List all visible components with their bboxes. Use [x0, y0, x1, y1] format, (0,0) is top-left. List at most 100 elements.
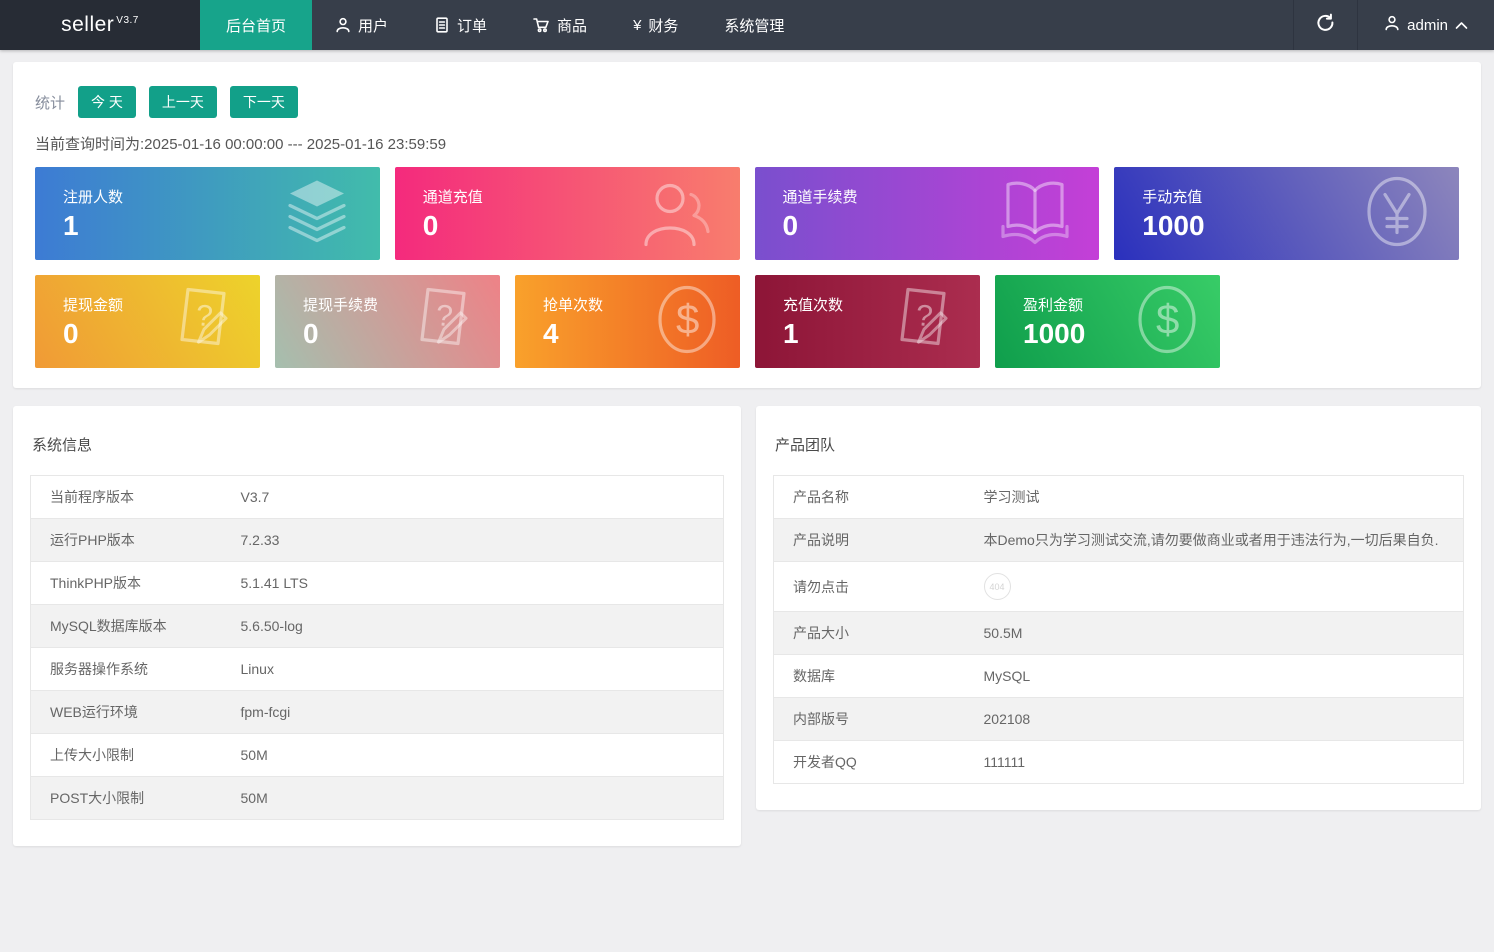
stat-card-recharge-count: 充值次数 1 ?: [755, 275, 980, 368]
stat-cards-row-1: 注册人数 1 通道充值 0: [35, 167, 1459, 260]
book-icon: [997, 174, 1073, 253]
table-row: 开发者QQ111111: [774, 741, 1464, 784]
row-value: 50.5M: [984, 612, 1464, 655]
brand-name: seller: [61, 13, 114, 37]
refresh-icon: [1316, 13, 1335, 37]
table-row: 服务器操作系统Linux: [31, 648, 724, 691]
layers-icon: [280, 176, 354, 251]
svg-text:$: $: [676, 295, 699, 342]
row-value: 50M: [241, 734, 724, 777]
row-label: 服务器操作系统: [31, 648, 241, 691]
user-menu[interactable]: admin: [1358, 0, 1494, 50]
row-label: ThinkPHP版本: [31, 562, 241, 605]
row-value: 5.6.50-log: [241, 605, 724, 648]
row-label: 产品名称: [774, 476, 984, 519]
table-row: 产品名称学习测试: [774, 476, 1464, 519]
broken-image-404-badge[interactable]: 404: [984, 573, 1011, 600]
nav-item-label: 用户: [358, 15, 388, 36]
svg-text:$: $: [1156, 295, 1179, 342]
statistics-panel: 统计 今 天 上一天 下一天 当前查询时间为:2025-01-16 00:00:…: [13, 62, 1481, 388]
table-row: 请勿点击 404: [774, 562, 1464, 612]
table-row: 运行PHP版本7.2.33: [31, 519, 724, 562]
document-icon: [434, 17, 450, 33]
nav-item-products[interactable]: 商品: [510, 0, 610, 50]
product-team-table: 产品名称学习测试 产品说明本Demo只为学习测试交流,请勿要做商业或者用于违法行…: [773, 475, 1464, 784]
row-label: 当前程序版本: [31, 476, 241, 519]
table-row: 内部版号202108: [774, 698, 1464, 741]
system-info-table: 当前程序版本V3.7 运行PHP版本7.2.33 ThinkPHP版本5.1.4…: [30, 475, 724, 820]
stat-cards-row-2: 提现金额 0 ? 提现手续费 0 ?: [35, 275, 1459, 368]
user-icon: [636, 172, 714, 255]
doc-question-icon: ?: [406, 281, 482, 362]
refresh-button[interactable]: [1293, 0, 1358, 50]
row-value: Linux: [241, 648, 724, 691]
table-row: 上传大小限制50M: [31, 734, 724, 777]
row-label: 产品大小: [774, 612, 984, 655]
doc-question-icon: ?: [166, 281, 242, 362]
stat-card-profit-amount: 盈利金额 1000 $: [995, 275, 1220, 368]
dollar-circle-icon: $: [1132, 281, 1202, 362]
statistics-header: 统计 今 天 上一天 下一天: [35, 86, 1459, 118]
row-value: 202108: [984, 698, 1464, 741]
table-row: WEB运行环境fpm-fcgi: [31, 691, 724, 734]
nav-item-orders[interactable]: 订单: [411, 0, 510, 50]
stat-card-withdraw-fee: 提现手续费 0 ?: [275, 275, 500, 368]
nav-item-dashboard[interactable]: 后台首页: [200, 0, 312, 50]
table-row: 数据库MySQL: [774, 655, 1464, 698]
stat-card-withdraw-amount: 提现金额 0 ?: [35, 275, 260, 368]
previous-day-button[interactable]: 上一天: [149, 86, 217, 118]
nav-item-label: 系统管理: [724, 15, 784, 36]
next-day-button[interactable]: 下一天: [230, 86, 298, 118]
nav-item-label: 商品: [557, 15, 587, 36]
brand-version: V3.7: [116, 15, 139, 26]
table-row: POST大小限制50M: [31, 777, 724, 820]
table-row: 产品大小50.5M: [774, 612, 1464, 655]
stat-card-grab-orders: 抢单次数 4 $: [515, 275, 740, 368]
nav-item-label: 后台首页: [226, 15, 286, 36]
table-row: 产品说明本Demo只为学习测试交流,请勿要做商业或者用于违法行为,一切后果自负.: [774, 519, 1464, 562]
yen-circle-icon: [1361, 172, 1433, 255]
today-button[interactable]: 今 天: [78, 86, 136, 118]
table-row: 当前程序版本V3.7: [31, 476, 724, 519]
row-label: 上传大小限制: [31, 734, 241, 777]
nav-item-finance[interactable]: ¥ 财务: [610, 0, 701, 50]
row-value: 50M: [241, 777, 724, 820]
row-value: fpm-fcgi: [241, 691, 724, 734]
row-label: 数据库: [774, 655, 984, 698]
row-value: 5.1.41 LTS: [241, 562, 724, 605]
query-time-text: 当前查询时间为:2025-01-16 00:00:00 --- 2025-01-…: [35, 133, 1459, 154]
nav-item-users[interactable]: 用户: [312, 0, 411, 50]
row-label: 开发者QQ: [774, 741, 984, 784]
main-nav: 后台首页 用户 订单 商品 ¥ 财务 系统管理: [200, 0, 1293, 50]
nav-item-system[interactable]: 系统管理: [701, 0, 807, 50]
yen-icon: ¥: [633, 17, 641, 34]
nav-item-label: 财务: [648, 15, 678, 36]
row-value: MySQL: [984, 655, 1464, 698]
row-value: 111111: [984, 741, 1464, 784]
row-label: 内部版号: [774, 698, 984, 741]
nav-item-label: 订单: [457, 15, 487, 36]
user-icon: [335, 17, 351, 33]
brand-logo[interactable]: sellerV3.7: [0, 0, 200, 50]
row-value: 404: [984, 562, 1464, 612]
row-label: MySQL数据库版本: [31, 605, 241, 648]
row-value: 学习测试: [984, 476, 1464, 519]
table-row: MySQL数据库版本5.6.50-log: [31, 605, 724, 648]
product-team-panel: 产品团队 产品名称学习测试 产品说明本Demo只为学习测试交流,请勿要做商业或者…: [756, 406, 1481, 810]
statistics-label: 统计: [35, 92, 65, 113]
stat-card-registered-users: 注册人数 1: [35, 167, 380, 260]
row-label: POST大小限制: [31, 777, 241, 820]
stat-card-channel-recharge: 通道充值 0: [395, 167, 740, 260]
product-team-title: 产品团队: [775, 434, 1464, 455]
row-label: 运行PHP版本: [31, 519, 241, 562]
stat-card-channel-fee: 通道手续费 0: [755, 167, 1100, 260]
system-info-panel: 系统信息 当前程序版本V3.7 运行PHP版本7.2.33 ThinkPHP版本…: [13, 406, 741, 846]
row-label: 产品说明: [774, 519, 984, 562]
row-label: WEB运行环境: [31, 691, 241, 734]
row-value: V3.7: [241, 476, 724, 519]
user-avatar-icon: [1384, 15, 1400, 35]
system-info-title: 系统信息: [32, 434, 724, 455]
dollar-circle-icon: $: [652, 281, 722, 362]
row-label: 请勿点击: [774, 562, 984, 612]
top-navbar: sellerV3.7 后台首页 用户 订单 商品 ¥ 财务: [0, 0, 1494, 50]
